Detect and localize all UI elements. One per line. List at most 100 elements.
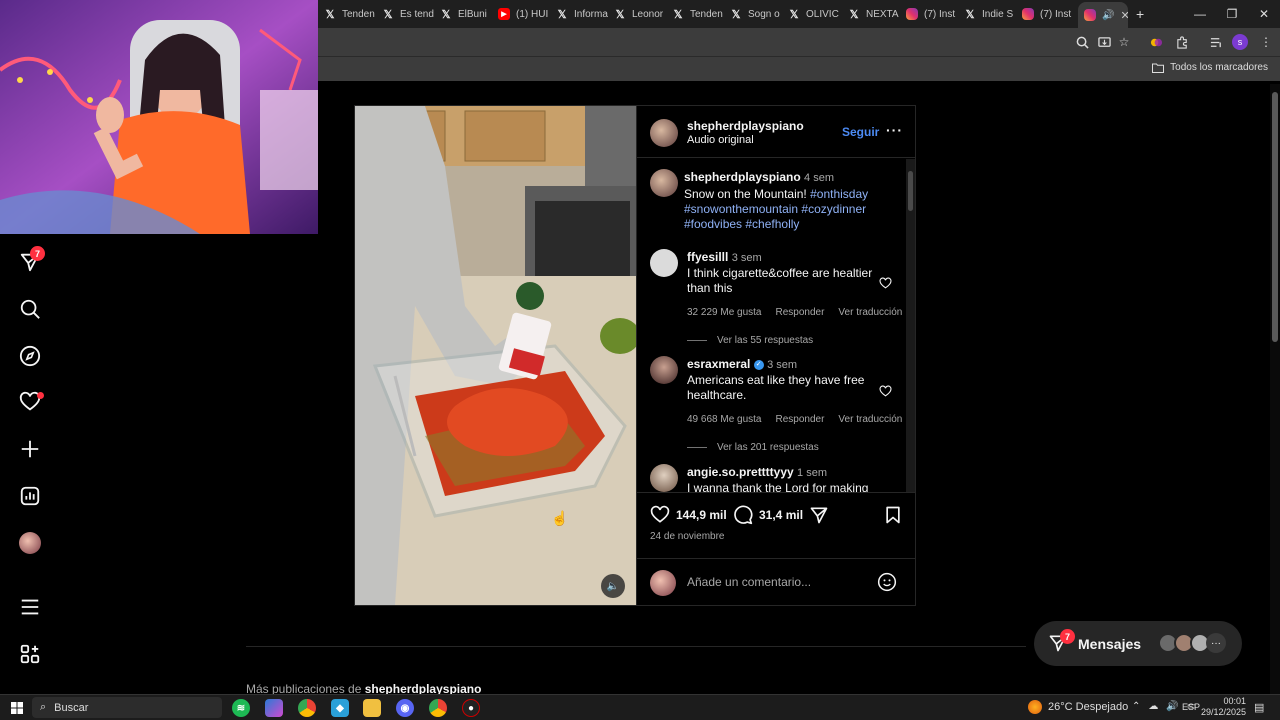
like-button[interactable]: 144,9 mil [650,505,727,525]
all-bookmarks-button[interactable]: Todos los marcadores [1152,62,1268,73]
menu-hamburger-icon[interactable] [18,595,42,619]
bookmark-star-icon[interactable]: ☆ [1116,34,1132,50]
browser-tab[interactable]: 𝕏 Indie S [964,4,1016,24]
browser-tab[interactable]: 𝕏 NEXTA [848,4,900,24]
commenter-avatar[interactable] [650,464,678,492]
weather-widget[interactable]: 26°C Despejado [1028,700,1128,714]
app-icon[interactable]: ◆ [331,699,349,717]
browser-tab[interactable]: ▶ (1) HUI [498,4,550,24]
reel-video[interactable]: 🔈 [355,106,636,605]
comment-user[interactable]: angie.so.prettttyyy [687,465,794,479]
close-window-button[interactable]: ✕ [1248,0,1280,28]
comment-button[interactable]: 31,4 mil [733,505,803,525]
browser-tab[interactable]: 𝕏 Tenden [672,4,724,24]
file-explorer-icon[interactable] [363,699,381,717]
caption-text: Snow on the Mountain! [684,187,807,201]
more-options-icon[interactable]: ··· [886,122,903,138]
spotify-icon[interactable]: ≋ [232,699,250,717]
zoom-icon[interactable] [1074,34,1090,50]
browser-tab-active[interactable]: 🔊 ✕ [1078,2,1128,28]
hashtag[interactable]: #snowonthemountain #cozydinner [684,202,899,217]
profile-avatar[interactable] [18,531,42,555]
comments-list[interactable]: shepherdplayspiano 4 sem Snow on the Mou… [637,159,915,492]
profile-avatar[interactable]: s [1232,34,1248,50]
copilot-icon[interactable] [265,699,283,717]
comment-like-heart-icon[interactable] [879,385,892,403]
speaker-icon[interactable]: 🔊 [1102,10,1114,21]
restore-button[interactable]: ❐ [1216,0,1248,28]
windows-start-icon[interactable] [8,699,26,717]
save-button[interactable] [883,505,903,530]
obs-icon[interactable]: ● [462,699,480,717]
follow-button[interactable]: Seguir [842,125,879,139]
dashboard-icon[interactable] [18,484,42,508]
close-tab-icon[interactable]: ✕ [1120,9,1128,22]
browser-tab[interactable]: (7) Inst [906,4,958,24]
search-icon[interactable] [18,297,42,321]
commenter-avatar[interactable] [650,356,678,384]
mute-audio-button[interactable]: 🔈 [601,574,625,598]
view-replies-button[interactable]: Ver las 55 respuestas [687,335,813,346]
more-apps-icon[interactable] [18,642,42,666]
reply-button[interactable]: Responder [776,414,825,425]
browser-tab[interactable]: 𝕏 ElBuni [440,4,492,24]
browser-tab[interactable]: (7) Inst [1022,4,1074,24]
install-app-icon[interactable] [1096,34,1112,50]
translate-button[interactable]: Ver traducción [838,414,902,425]
share-button[interactable] [809,505,829,530]
caption-avatar[interactable] [650,169,678,197]
post-date: 24 de noviembre [650,531,725,542]
language-indicator[interactable]: ESP [1182,702,1200,712]
messages-button[interactable]: 7 Mensajes ··· [1034,621,1242,666]
minimize-button[interactable]: — [1184,0,1216,28]
emoji-icon[interactable] [877,572,897,597]
messages-badge: 7 [1060,629,1075,644]
discord-icon[interactable]: ◉ [396,699,414,717]
comment-meta: 32 229 Me gusta Responder Ver traducción [687,307,902,318]
browser-tab[interactable]: 𝕏 OLIVIC [788,4,840,24]
mouse-cursor: ☝ [551,510,569,526]
post-author[interactable]: shepherdplayspiano [687,119,804,133]
extensions-puzzle-icon[interactable] [1174,34,1190,50]
hashtag[interactable]: #foodvibes #chefholly [684,217,899,232]
extension-color-icon[interactable] [1148,34,1164,50]
author-avatar[interactable] [650,119,678,147]
browser-tab[interactable]: 𝕏 Informa [556,4,608,24]
page-scrollbar[interactable] [1270,84,1280,694]
comment-user[interactable]: ffyesilll [687,250,728,264]
scroll-thumb[interactable] [908,171,913,211]
create-plus-icon[interactable] [18,437,42,461]
browser-tab[interactable]: 𝕏 Sogn o [730,4,782,24]
view-replies-button[interactable]: Ver las 201 respuestas [687,442,819,453]
page-scroll-thumb[interactable] [1272,92,1278,342]
folder-icon [1152,63,1165,73]
x-icon: 𝕏 [325,8,335,21]
caption: shepherdplayspiano 4 sem Snow on the Mou… [684,170,899,232]
notification-center-icon[interactable]: ▤ [1254,701,1264,714]
explore-compass-icon[interactable] [18,344,42,368]
browser-tab[interactable]: 𝕏 Es tend [382,4,434,24]
browser-tab[interactable]: 𝕏 Leonor [614,4,666,24]
caption-author[interactable]: shepherdplayspiano [684,170,801,184]
chrome-icon[interactable] [298,699,316,717]
reply-button[interactable]: Responder [776,307,825,318]
comment-like-heart-icon[interactable] [879,277,892,295]
comment-likes[interactable]: 49 668 Me gusta [687,414,762,425]
media-control-icon[interactable] [1208,34,1224,50]
comment-input[interactable]: Añade un comentario... [687,575,811,589]
audio-label[interactable]: Audio original [687,134,754,146]
browser-menu-icon[interactable]: ⋮ [1258,34,1274,50]
new-tab-button[interactable]: + [1136,4,1150,24]
comments-scrollbar[interactable] [906,159,915,492]
chrome-profile-icon[interactable] [429,699,447,717]
translate-button[interactable]: Ver traducción [838,307,902,318]
share-icon[interactable]: 7 [18,246,45,274]
clock[interactable]: 00:01 29/12/2025 [1200,696,1246,718]
browser-tab[interactable]: 𝕏 Tenden [324,4,376,24]
hashtag[interactable]: #onthisday [810,187,868,201]
heart-notifications-icon[interactable] [18,390,44,414]
comment-user[interactable]: esraxmeral [687,357,750,371]
commenter-avatar[interactable] [650,249,678,277]
taskbar-search[interactable]: ⌕ Buscar [32,697,222,718]
comment-likes[interactable]: 32 229 Me gusta [687,307,762,318]
